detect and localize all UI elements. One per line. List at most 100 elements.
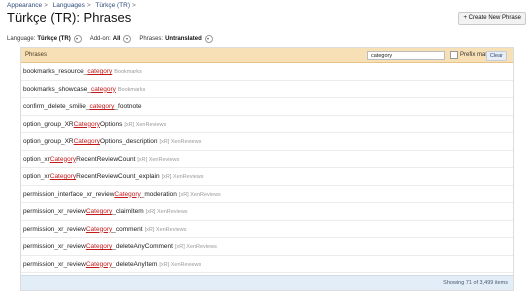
phrase-title[interactable]: option_group_XRCategoryOptions_descripti… [23, 138, 201, 145]
phrase-title-prefix[interactable]: permission_xr_review [23, 208, 86, 215]
clear-button[interactable]: Clear [485, 51, 507, 61]
panel-header: Phrases Prefix match Clear [21, 48, 513, 63]
phrase-title[interactable]: permission_xr_reviewCategory_deleteAnyIt… [23, 261, 201, 268]
addon-filter[interactable]: Add-on: All [90, 35, 132, 43]
phrase-title[interactable]: confirm_delete_smilie_category_footnote [23, 103, 144, 110]
addon-name: [xR] XenReviews [145, 209, 188, 215]
search-match-highlight[interactable]: Category [86, 226, 112, 233]
search-match-highlight[interactable]: Category [50, 173, 76, 180]
phrase-title[interactable]: permission_xr_reviewCategory_deleteAnyCo… [23, 243, 217, 250]
phrase-title-prefix[interactable]: option_group_XR [23, 138, 74, 145]
phrase-title[interactable]: option_xrCategoryRecentReviewCount_expla… [23, 173, 203, 180]
phrase-title[interactable]: option_group_XRCategoryOptions [xR] XenRe… [23, 121, 166, 128]
list-item[interactable]: bookmarks_resource_category Bookmarks [21, 63, 513, 81]
addon-name: Bookmarks [117, 86, 146, 93]
addon-name: [xR] XenReviews [137, 156, 180, 163]
breadcrumb: Appearance > Languages > Türkçe (TR) > [7, 2, 139, 9]
list-item[interactable]: option_group_XRCategoryOptions [xR] XenRe… [21, 116, 513, 133]
phrase-title-prefix[interactable]: option_xr [23, 156, 50, 163]
list-item[interactable]: option_xrCategoryRecentReviewCount [xR] X… [21, 151, 513, 168]
list-item[interactable]: bookmarks_showcase_category Bookmarks [21, 81, 513, 98]
search-match-highlight[interactable]: category [91, 86, 116, 93]
chevron-down-icon[interactable] [123, 35, 132, 43]
phrase-title-prefix[interactable]: bookmarks_showcase_ [23, 86, 91, 93]
phrase-title[interactable]: permission_xr_reviewCategory_comment [xR]… [23, 226, 186, 233]
addon-name: [xR] XenReviews [124, 121, 167, 128]
phrase-title-suffix[interactable]: RecentReviewCount_explain [76, 173, 159, 180]
list-item[interactable]: confirm_delete_smilie_category_footnote [21, 98, 513, 116]
addon-name: [xR] XenReviews [174, 244, 217, 250]
phrase-title-prefix[interactable]: permission_xr_review [23, 243, 86, 250]
chevron-down-icon[interactable] [204, 35, 213, 43]
phrases-filter[interactable]: Phrases: Untranslated [139, 35, 213, 43]
list-item[interactable]: permission_xr_reviewCategory_deleteAnyCo… [21, 238, 513, 256]
phrases-filter-value[interactable]: Untranslated [165, 36, 202, 42]
phrase-title-suffix[interactable]: _moderation [141, 191, 177, 198]
phrase-title-prefix[interactable]: option_xr [23, 173, 50, 180]
search-match-highlight[interactable]: category [87, 68, 112, 75]
phrases-panel: Phrases Prefix match Clear bookmarks_res… [20, 47, 514, 291]
phrase-title-prefix[interactable]: permission_xr_review [23, 226, 86, 233]
breadcrumb-appearance[interactable]: Appearance [7, 2, 42, 9]
create-new-phrase-button[interactable]: + Create New Phrase [458, 12, 526, 25]
language-filter-value[interactable]: Türkçe (TR) [37, 36, 70, 42]
phrases-filter-label: Phrases: [139, 36, 164, 42]
phrase-title-prefix[interactable]: bookmarks_resource_ [23, 68, 87, 75]
addon-name: [xR] XenReviews [159, 261, 202, 268]
item-count: Showing 71 of 3,499 items [443, 280, 508, 286]
phrase-title-suffix[interactable]: RecentReviewCount [76, 156, 135, 163]
search-match-highlight[interactable]: Category [86, 243, 112, 250]
phrase-title-suffix[interactable]: Options_description [100, 138, 157, 145]
search-match-highlight[interactable]: Category [74, 121, 100, 128]
breadcrumb-languages[interactable]: Languages [53, 2, 85, 9]
phrase-title-suffix[interactable]: _deleteAnyComment [112, 243, 173, 250]
language-filter[interactable]: Language: Türkçe (TR) [7, 35, 82, 43]
phrase-title-suffix[interactable]: _claimItem [112, 208, 143, 215]
search-match-highlight[interactable]: Category [74, 138, 100, 145]
search-match-highlight[interactable]: Category [86, 208, 112, 215]
breadcrumb-separator: > [44, 2, 48, 9]
chevron-down-icon[interactable] [73, 35, 82, 43]
phrase-title-prefix[interactable]: confirm_delete_smilie_ [23, 103, 89, 110]
addon-name: [xR] XenReviews [144, 226, 187, 233]
phrase-title-prefix[interactable]: permission_xr_review [23, 261, 86, 268]
search-match-highlight[interactable]: Category [86, 261, 112, 268]
list-item[interactable]: permission_interface_xr_reviewCategory_m… [21, 186, 513, 203]
phrase-title-suffix[interactable]: _footnote [114, 103, 141, 110]
list-item[interactable]: permission_xr_reviewCategory_claimItem [x… [21, 203, 513, 221]
phrase-search-input[interactable] [367, 51, 445, 60]
addon-name: Bookmarks [114, 69, 142, 75]
search-match-highlight[interactable]: Category [50, 156, 76, 163]
list-item[interactable]: permission_xr_reviewCategory_deleteAnyIt… [21, 256, 513, 273]
language-filter-label: Language: [7, 36, 36, 42]
search-match-highlight[interactable]: Category [114, 191, 140, 198]
phrase-title[interactable]: option_xrCategoryRecentReviewCount [xR] X… [23, 156, 179, 163]
phrase-title-prefix[interactable]: permission_interface_xr_review [23, 191, 114, 198]
prefix-match-checkbox[interactable] [450, 51, 458, 59]
addon-name: [xR] XenReviews [161, 174, 204, 180]
page-title: Türkçe (TR): Phrases [7, 10, 132, 25]
list-footer: Showing 71 of 3,499 items [21, 275, 513, 290]
phrase-title[interactable]: bookmarks_resource_category Bookmarks [23, 68, 142, 75]
phrase-title-suffix[interactable]: Options [100, 121, 122, 128]
list-item[interactable]: option_xrCategoryRecentReviewCount_expla… [21, 168, 513, 186]
phrase-list: bookmarks_resource_category Bookmarks book… [21, 63, 513, 290]
search-match-highlight[interactable]: category [89, 103, 114, 110]
breadcrumb-separator: > [86, 2, 91, 9]
phrase-title-suffix[interactable]: _deleteAnyItem [112, 261, 157, 268]
phrase-title[interactable]: bookmarks_showcase_category Bookmarks [23, 86, 145, 93]
phrase-title-suffix[interactable]: _comment [112, 226, 142, 233]
list-item[interactable]: permission_xr_reviewCategory_comment [xR]… [21, 221, 513, 238]
breadcrumb-separator: > [132, 2, 136, 9]
phrase-title[interactable]: permission_interface_xr_reviewCategory_m… [23, 191, 221, 198]
breadcrumb-language[interactable]: Türkçe (TR) [95, 2, 130, 9]
panel-header-label: Phrases [25, 52, 48, 58]
addon-filter-value[interactable]: All [113, 36, 121, 42]
addon-name: [xR] XenReviews [178, 191, 221, 198]
addon-filter-label: Add-on: [89, 36, 111, 42]
list-item[interactable]: option_group_XRCategoryOptions_descripti… [21, 133, 513, 151]
phrase-title-prefix[interactable]: option_group_XR [23, 121, 74, 128]
phrase-title[interactable]: permission_xr_reviewCategory_claimItem [x… [23, 208, 188, 215]
filter-bar: Language: Türkçe (TR) Add-on: All Phrase… [7, 35, 213, 43]
addon-name: [xR] XenReviews [159, 139, 202, 145]
